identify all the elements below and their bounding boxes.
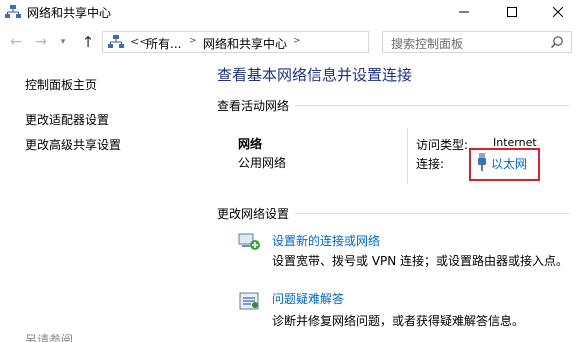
sidebar-item-advanced-sharing[interactable]: 更改高级共享设置 <box>25 136 121 153</box>
window-title: 网络和共享中心 <box>27 6 112 20</box>
breadcrumb-all[interactable]: 所有... <box>146 35 181 52</box>
search-box[interactable]: 搜索控制面板 <box>382 31 572 53</box>
arrow-right-icon: → <box>35 34 47 50</box>
network-type: 公用网络 <box>238 156 287 170</box>
up-button[interactable]: ↑ <box>78 32 98 52</box>
section-divider <box>295 213 570 214</box>
address-bar[interactable]: << 所有... > 网络和共享中心 > ∨ ↻ <box>102 31 466 53</box>
close-button[interactable] <box>535 0 579 24</box>
arrow-left-icon: ← <box>10 34 22 50</box>
troubleshoot-desc: 诊断并修复网络问题，或者获得疑难解答信息。 <box>272 314 525 328</box>
minimize-button[interactable] <box>441 0 487 24</box>
ethernet-connection-link[interactable]: 以太网 <box>491 155 527 172</box>
access-type-label: 访问类型: <box>416 138 469 152</box>
network-center-icon <box>5 5 21 18</box>
setup-new-connection-link[interactable]: 设置新的连接或网络 <box>272 232 380 249</box>
vertical-divider <box>407 128 408 184</box>
close-icon <box>553 7 563 17</box>
sidebar-item-control-panel-home[interactable]: 控制面板主页 <box>25 76 97 93</box>
page-title: 查看基本网络信息并设置连接 <box>217 66 413 84</box>
network-name: 网络 <box>238 137 263 151</box>
see-also-label: 另请参阅 <box>25 333 74 342</box>
forward-button[interactable]: → <box>31 32 51 52</box>
sidebar-item-adapter-settings[interactable]: 更改适配器设置 <box>25 111 109 128</box>
active-networks-heading: 查看活动网络 <box>217 99 290 113</box>
change-settings-heading: 更改网络设置 <box>217 207 290 221</box>
title-bar: 网络和共享中心 <box>0 0 579 26</box>
search-icon <box>551 36 563 48</box>
back-button[interactable]: ← <box>6 32 26 52</box>
connections-label: 连接: <box>416 157 445 171</box>
ethernet-icon <box>478 153 486 171</box>
chevron-down-icon: ▾ <box>60 37 66 47</box>
section-divider <box>295 105 570 106</box>
maximize-icon <box>507 7 517 17</box>
troubleshoot-icon <box>239 292 259 310</box>
setup-new-connection-desc: 设置宽带、拨号或 VPN 连接；或设置路由器或接入点。 <box>272 254 569 268</box>
arrow-up-icon: ↑ <box>81 33 95 51</box>
minimize-icon <box>459 11 469 13</box>
new-connection-icon <box>238 233 260 250</box>
breadcrumb-separator-icon[interactable]: > <box>293 36 301 46</box>
search-placeholder: 搜索控制面板 <box>391 37 464 51</box>
troubleshoot-link[interactable]: 问题疑难解答 <box>272 290 344 307</box>
recent-locations-button[interactable]: ▾ <box>56 32 70 52</box>
maximize-button[interactable] <box>489 0 535 24</box>
navigation-bar: ← → ▾ ↑ << 所有... > 网络和共享中心 > ∨ ↻ 搜索控制面板 <box>0 28 579 56</box>
left-pane: 控制面板主页 更改适配器设置 更改高级共享设置 另请参阅 <box>0 56 212 342</box>
breadcrumb-separator-icon[interactable]: > <box>189 36 197 46</box>
breadcrumb-network-center[interactable]: 网络和共享中心 <box>203 35 287 52</box>
network-center-icon <box>108 35 124 48</box>
